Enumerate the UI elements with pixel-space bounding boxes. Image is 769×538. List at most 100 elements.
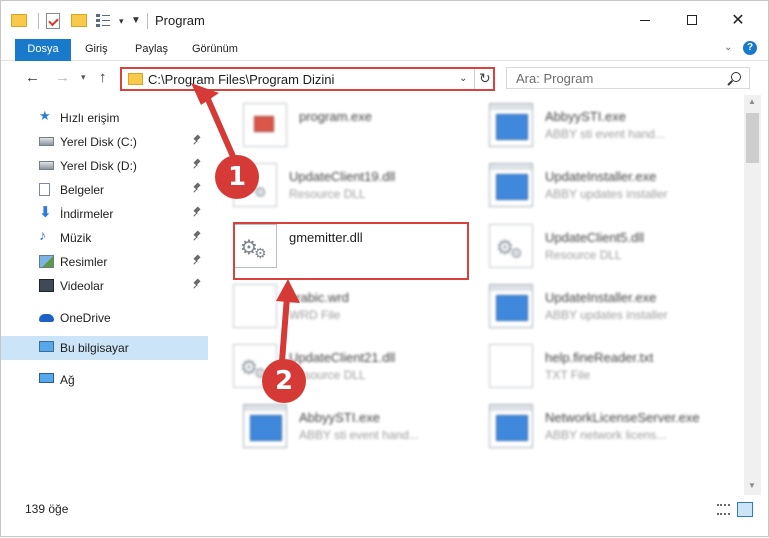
- new-folder-icon[interactable]: [71, 14, 87, 27]
- file-icon: [233, 284, 277, 328]
- chevron-down-icon[interactable]: ▾: [119, 16, 124, 32]
- status-bar: 139 öğe: [1, 495, 768, 536]
- folder-icon: [128, 73, 143, 85]
- address-bar[interactable]: C:\Program Files\Program Dizini ⌄ ↻: [120, 67, 495, 91]
- pin-icon: [193, 255, 201, 266]
- sidebar-item-disk-c[interactable]: Yerel Disk (C:): [15, 130, 207, 154]
- forward-button[interactable]: →: [55, 69, 70, 86]
- tab-file[interactable]: Dosya: [15, 39, 71, 61]
- explorer-window: ▾ ▼ Program ✕ Dosya Giriş Paylaş Görünüm…: [0, 0, 769, 537]
- file-name: UpdateClient21.dll: [289, 350, 396, 365]
- file-type: TXT File: [545, 368, 591, 382]
- sidebar-item-label: Yerel Disk (C:): [60, 135, 137, 149]
- tab-home[interactable]: Giriş: [79, 39, 114, 61]
- sidebar-item-label: Ağ: [60, 373, 75, 387]
- maximize-button[interactable]: [669, 1, 715, 39]
- scroll-down-icon[interactable]: ▼: [748, 481, 756, 490]
- tab-share[interactable]: Paylaş: [129, 39, 174, 61]
- sidebar-item-quick-access[interactable]: ★ Hızlı erişim: [15, 106, 207, 130]
- close-icon: ✕: [731, 12, 745, 29]
- file-type: Resource DLL: [289, 368, 366, 382]
- recent-locations-button[interactable]: ▾: [81, 72, 86, 83]
- address-dropdown-icon[interactable]: ⌄: [459, 73, 467, 84]
- sidebar-item-videos[interactable]: Videolar: [15, 274, 207, 298]
- file-type: ABBY network licens...: [545, 428, 667, 442]
- file-item[interactable]: program.exe: [227, 101, 467, 161]
- search-placeholder: Ara: Program: [516, 71, 594, 86]
- file-item[interactable]: help.fineReader.txt TXT File: [473, 342, 713, 402]
- help-icon[interactable]: ?: [743, 41, 757, 55]
- sidebar-item-network[interactable]: Ağ: [1, 368, 193, 392]
- pin-icon: [193, 207, 201, 218]
- sidebar-item-documents[interactable]: Belgeler: [15, 178, 207, 202]
- details-view-icon[interactable]: [717, 504, 730, 515]
- pin-icon: [193, 159, 201, 170]
- sidebar-item-this-pc[interactable]: Bu bilgisayar: [1, 336, 208, 360]
- scroll-up-icon[interactable]: ▲: [748, 97, 756, 106]
- file-item[interactable]: AbbyySTI.exe ABBY sti event hand...: [227, 402, 467, 462]
- exe-icon: [489, 284, 533, 328]
- toolbar-separator: [38, 13, 39, 29]
- file-type: Resource DLL: [289, 187, 366, 201]
- file-name: UpdateClient19.dll: [289, 169, 396, 184]
- sidebar-item-onedrive[interactable]: OneDrive: [1, 306, 193, 330]
- tab-view[interactable]: Görünüm: [186, 39, 244, 61]
- pictures-icon: [39, 255, 54, 268]
- item-count: 139 öğe: [25, 502, 69, 516]
- file-item[interactable]: UpdateClient21.dll Resource DLL: [217, 342, 457, 402]
- file-name: UpdateClient5.dll: [545, 230, 645, 245]
- sidebar-item-music[interactable]: ♪ Müzik: [15, 226, 207, 250]
- vertical-scrollbar[interactable]: ▲ ▼: [744, 95, 761, 495]
- computer-icon: [39, 341, 54, 352]
- large-icons-view-icon[interactable]: [737, 502, 753, 517]
- minimize-button[interactable]: [622, 1, 668, 39]
- exe-icon: [243, 404, 287, 448]
- sidebar-item-label: Belgeler: [60, 183, 105, 197]
- close-button[interactable]: ✕: [715, 1, 761, 39]
- back-button[interactable]: ←: [25, 69, 40, 86]
- file-item[interactable]: NetworkLicenseServer.exe ABBY network li…: [473, 402, 713, 462]
- highlight-box: [233, 222, 469, 280]
- file-type: ABBY sti event hand...: [299, 428, 419, 442]
- up-button[interactable]: ↑: [99, 69, 107, 86]
- documents-icon: [39, 183, 50, 196]
- folder-icon: [11, 14, 27, 27]
- file-item[interactable]: UpdateInstaller.exe ABBY updates install…: [473, 282, 713, 342]
- sidebar-item-label: Bu bilgisayar: [60, 341, 129, 355]
- file-item[interactable]: UpdateInstaller.exe ABBY updates install…: [473, 161, 713, 221]
- sidebar-item-downloads[interactable]: ⬇ İndirmeler: [15, 202, 207, 226]
- pin-icon: [193, 279, 201, 290]
- search-input[interactable]: Ara: Program: [506, 67, 750, 89]
- file-name: NetworkLicenseServer.exe: [545, 410, 700, 425]
- file-type: ABBY sti event hand...: [545, 127, 665, 141]
- file-name: AbbyySTI.exe: [545, 109, 626, 124]
- file-item[interactable]: AbbyySTI.exe ABBY sti event hand...: [473, 101, 713, 161]
- download-icon: ⬇: [39, 204, 52, 221]
- view-options-icon[interactable]: [96, 14, 114, 28]
- title-separator: [147, 13, 148, 29]
- sidebar-item-label: Hızlı erişim: [60, 111, 120, 125]
- videos-icon: [39, 279, 54, 292]
- dll-icon: [233, 163, 277, 207]
- expand-ribbon-icon[interactable]: ⌄: [724, 42, 732, 53]
- properties-icon[interactable]: [46, 13, 60, 29]
- address-divider: [474, 69, 475, 89]
- sidebar-item-disk-d[interactable]: Yerel Disk (D:): [15, 154, 207, 178]
- file-item[interactable]: UpdateClient19.dll Resource DLL: [217, 161, 457, 221]
- file-list: program.exe AbbyySTI.exe ABBY sti event …: [211, 95, 744, 495]
- dll-icon: [233, 344, 277, 388]
- address-path[interactable]: C:\Program Files\Program Dizini: [148, 72, 334, 87]
- sidebar-item-pictures[interactable]: Resimler: [15, 250, 207, 274]
- file-item[interactable]: arabic.wrd WRD File: [217, 282, 457, 342]
- dll-icon: [489, 224, 533, 268]
- file-item[interactable]: UpdateClient5.dll Resource DLL: [473, 222, 713, 282]
- pin-icon: [193, 231, 201, 242]
- scrollbar-thumb[interactable]: [746, 113, 759, 163]
- refresh-button[interactable]: ↻: [479, 70, 491, 87]
- file-name: arabic.wrd: [289, 290, 349, 305]
- customize-toolbar-button[interactable]: ▼: [131, 15, 141, 31]
- cloud-icon: [39, 314, 54, 322]
- pin-icon: [193, 183, 201, 194]
- file-type: ABBY updates installer: [545, 187, 668, 201]
- file-name: AbbyySTI.exe: [299, 410, 380, 425]
